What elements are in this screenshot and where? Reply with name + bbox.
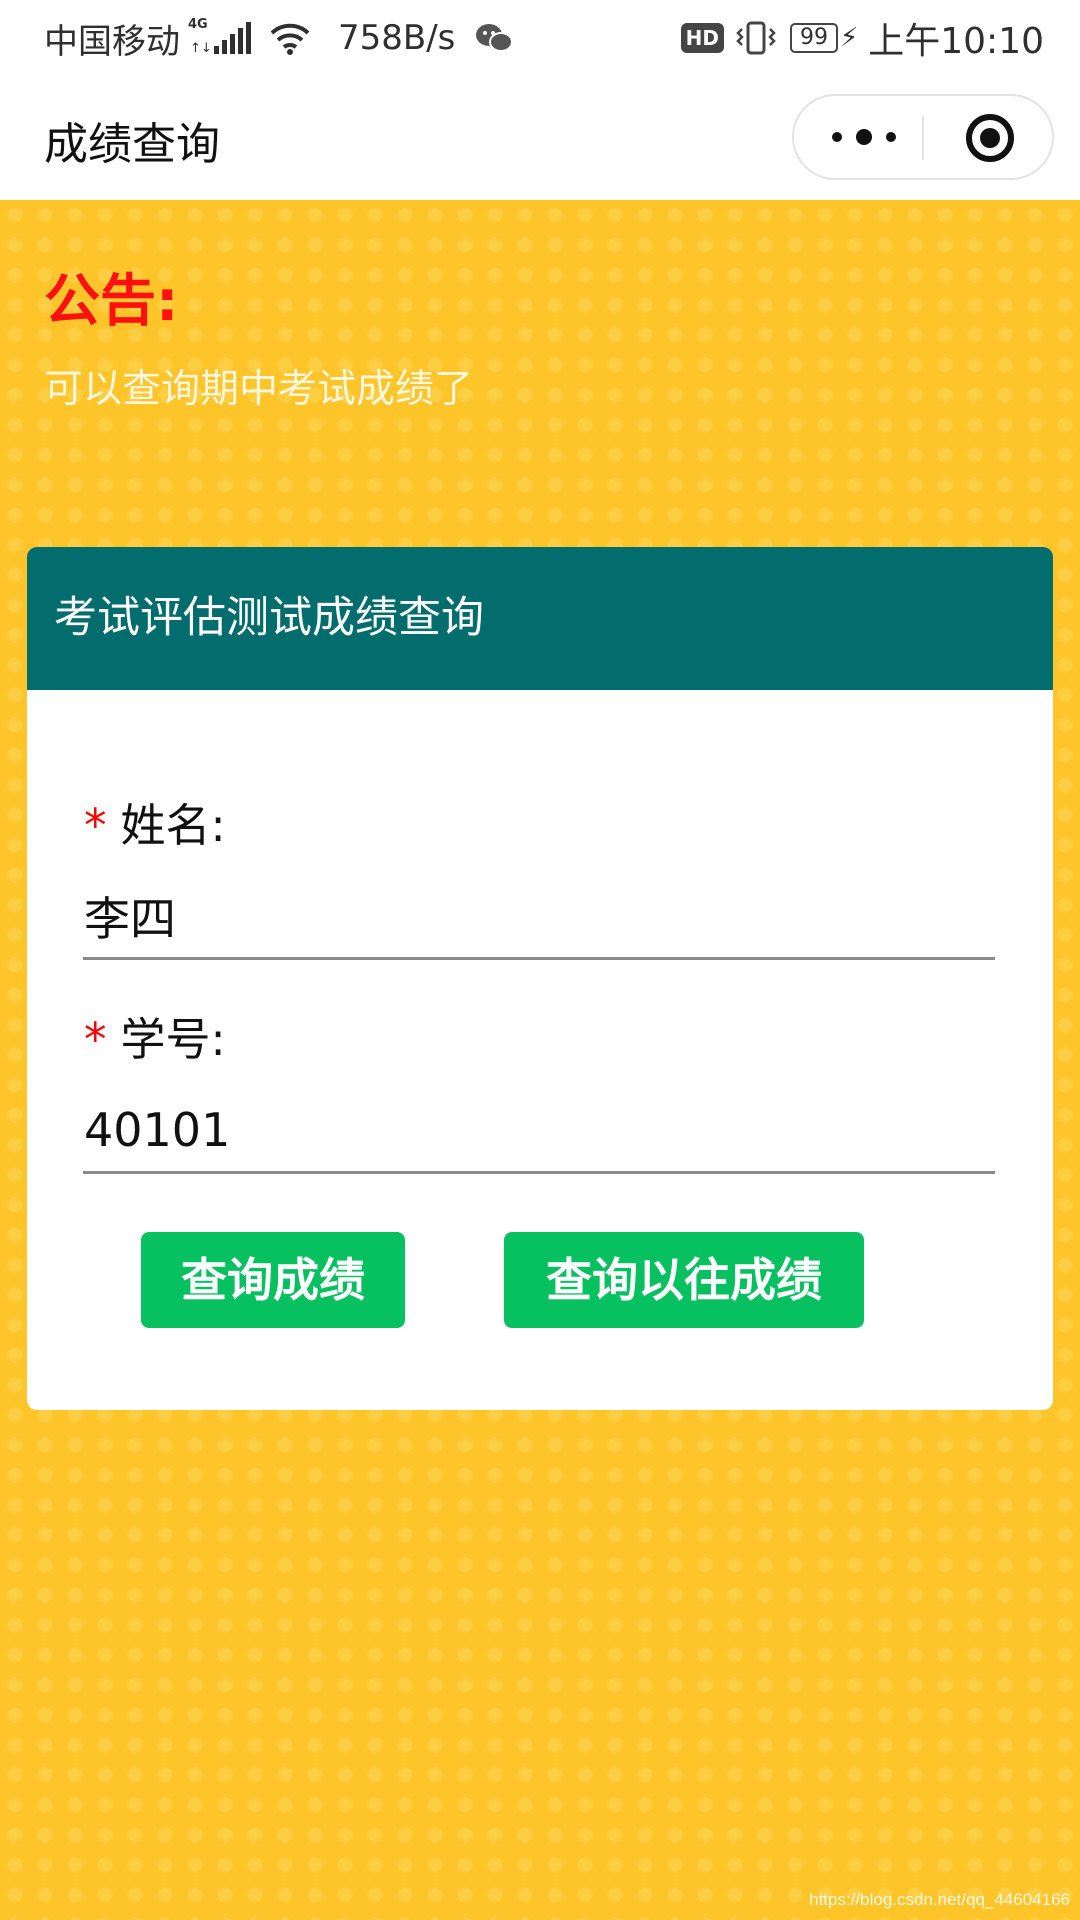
student-id-input-underline (83, 1171, 995, 1174)
notice-text: 可以查询期中考试成绩了 (44, 367, 474, 412)
charging-icon: ⚡ (839, 23, 859, 53)
carrier-name: 中国移动 (44, 21, 180, 62)
network-speed: 758B/s (338, 18, 456, 58)
id-label: * 学号: (84, 1003, 226, 1068)
wechat-icon (476, 24, 514, 52)
name-label-text: 姓名: (120, 799, 226, 852)
battery-icon: 99 (789, 23, 838, 53)
id-label-text: 学号: (120, 1013, 226, 1066)
wifi-icon (270, 23, 310, 55)
form-header: 考试评估测试成绩查询 (27, 547, 1053, 690)
nav-bar: 成绩查询 (0, 76, 1080, 200)
query-history-button[interactable]: 查询以往成绩 (504, 1232, 864, 1328)
more-icon[interactable] (832, 122, 912, 152)
hd-badge: HD (680, 23, 724, 53)
page-title: 成绩查询 (44, 119, 220, 170)
status-bar: 中国移动 4G ↑↓ 758B/s HD 99 ⚡ 上午10:10 (0, 0, 1080, 76)
required-mark: * (84, 1013, 107, 1066)
name-input-underline (83, 957, 995, 960)
status-bar-right: HD 99 ⚡ 上午10:10 (680, 0, 1044, 76)
close-icon[interactable] (966, 114, 1014, 162)
student-id-input[interactable] (84, 1103, 984, 1157)
query-score-button[interactable]: 查询成绩 (141, 1232, 405, 1328)
signal-icon: 4G ↑↓ (188, 17, 251, 58)
required-mark: * (84, 799, 107, 852)
name-label: * 姓名: (84, 789, 226, 854)
notice-title: 公告: (44, 269, 179, 334)
watermark: https://blog.csdn.net/qq_44604166 (809, 1890, 1070, 1909)
capsule-divider (922, 116, 924, 160)
vibrate-icon (736, 21, 776, 55)
status-bar-left: 中国移动 4G ↑↓ 758B/s (44, 0, 514, 76)
network-arrows: ↑↓ (190, 41, 212, 56)
name-input[interactable] (84, 889, 984, 943)
network-type-label: 4G (188, 17, 208, 32)
status-time: 上午10:10 (868, 21, 1044, 62)
mini-program-capsule (792, 94, 1054, 180)
query-form-card: 考试评估测试成绩查询 *姓名: *学号: 查询成绩 查询以往成绩 (27, 547, 1053, 1410)
